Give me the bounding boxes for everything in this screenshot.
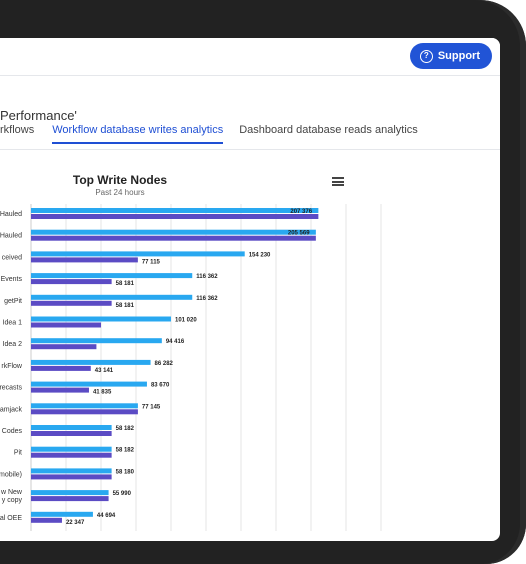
- bar-chart: Hauled 207 376 Hauled 205 569 ceived 154 230 7…: [0, 204, 382, 531]
- bar-series-light: [31, 338, 162, 344]
- category-label: getPit: [4, 298, 22, 305]
- category-label: rkFlow: [1, 363, 23, 370]
- bar-series-light: [31, 251, 245, 257]
- bar-series-light: [31, 446, 112, 452]
- data-label-light: 205 569: [288, 231, 310, 237]
- category-label: Idea 2: [3, 341, 23, 348]
- data-label-light: 207 376: [290, 209, 312, 215]
- category-label: Pit: [14, 450, 22, 457]
- bar-series-light: [31, 316, 171, 322]
- bar-series-dark: [31, 235, 316, 241]
- category-label: Codes: [2, 428, 23, 435]
- bar-series-dark: [31, 300, 112, 306]
- data-label-light: 58 182: [116, 426, 135, 432]
- category-label: amjack: [0, 406, 22, 413]
- bar-series-dark: [31, 474, 112, 480]
- data-label-dark: 58 181: [116, 303, 135, 309]
- category-label: mobile): [0, 471, 22, 478]
- bar-series-dark: [31, 452, 112, 458]
- category-label: Hauled: [0, 233, 22, 240]
- data-label-light: 83 670: [151, 383, 170, 389]
- bar-series-dark: [31, 431, 112, 436]
- category-label: Events: [1, 276, 23, 283]
- tab-dashboard-db-reads[interactable]: Dashboard database reads analytics: [239, 124, 418, 144]
- bar-series-dark: [31, 279, 112, 285]
- category-label: w New y copy: [0, 489, 23, 504]
- bar-series-light: [31, 294, 193, 300]
- bar-series-light: [31, 381, 147, 387]
- tab-bar: rkflows Workflow database writes analyti…: [0, 124, 418, 144]
- data-label-light: 101 020: [175, 318, 197, 324]
- data-label-light: 58 182: [116, 448, 135, 454]
- category-label: al OEE: [0, 515, 22, 522]
- bar-series-dark: [31, 409, 138, 415]
- data-label-light: 58 180: [116, 469, 135, 475]
- tab-workflow-db-writes[interactable]: Workflow database writes analytics: [52, 124, 224, 144]
- bar-series-dark: [31, 257, 138, 263]
- bar-series-light: [31, 273, 193, 279]
- data-label-dark: 22 347: [66, 520, 85, 526]
- data-label-dark: 58 181: [116, 281, 135, 287]
- category-label: ceived: [2, 254, 22, 261]
- data-label-dark: 43 141: [95, 368, 114, 374]
- bar-series-light: [31, 208, 319, 213]
- data-label-light: 55 990: [113, 491, 132, 497]
- category-label: Hauled: [0, 211, 22, 218]
- data-label-light: 116 362: [196, 296, 218, 302]
- bar-series-light: [31, 403, 138, 409]
- support-label: Support: [437, 50, 480, 62]
- data-label-light: 86 282: [155, 361, 174, 367]
- data-label-light: 116 362: [196, 274, 218, 280]
- data-label-dark: 77 115: [142, 259, 161, 265]
- bar-series-dark: [31, 387, 89, 393]
- bar-series-dark: [31, 344, 97, 350]
- bar-series-dark: [31, 517, 62, 523]
- data-label-dark: 41 835: [93, 390, 112, 396]
- bar-series-dark: [31, 322, 101, 328]
- question-circle-icon: ?: [419, 49, 433, 63]
- bar-series-dark: [31, 496, 109, 502]
- bar-series-light: [31, 511, 93, 517]
- page-title: Performance': [0, 108, 77, 123]
- data-label-light: 77 145: [142, 404, 161, 410]
- bar-series-light: [31, 425, 112, 430]
- divider: [0, 149, 500, 150]
- data-label-light: 154 230: [249, 252, 271, 258]
- bar-series-dark: [31, 214, 319, 219]
- bar-series-light: [31, 468, 112, 474]
- data-label-light: 94 416: [166, 339, 185, 345]
- tab-workflows[interactable]: rkflows: [0, 124, 34, 144]
- bar-series-light: [31, 490, 109, 496]
- support-button[interactable]: ? Support: [409, 43, 492, 69]
- bar-series-light: [31, 359, 151, 365]
- bar-series-dark: [31, 365, 91, 371]
- app-screen: ? Support Performance' rkflows Workflow …: [0, 38, 500, 541]
- category-label: recasts: [0, 385, 22, 392]
- chart-card: Top Write Nodes Past 24 hours Hauled 207 …: [0, 161, 410, 531]
- data-label-light: 44 694: [97, 513, 116, 519]
- bar-series-light: [31, 229, 316, 235]
- top-bar: ? Support: [0, 38, 500, 76]
- category-label: Idea 1: [3, 320, 23, 327]
